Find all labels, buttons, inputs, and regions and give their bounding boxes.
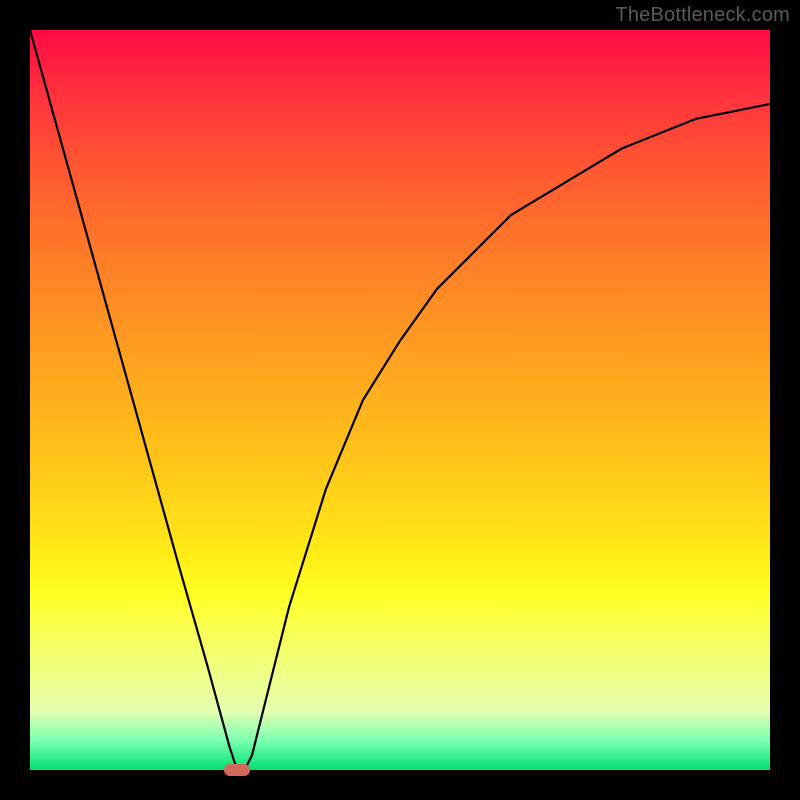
- optimal-marker: [224, 764, 250, 776]
- watermark-text: TheBottleneck.com: [615, 4, 790, 27]
- plot-area: [30, 30, 770, 770]
- chart-frame: TheBottleneck.com: [0, 0, 800, 800]
- curve-line: [30, 30, 770, 770]
- bottleneck-curve: [30, 30, 770, 770]
